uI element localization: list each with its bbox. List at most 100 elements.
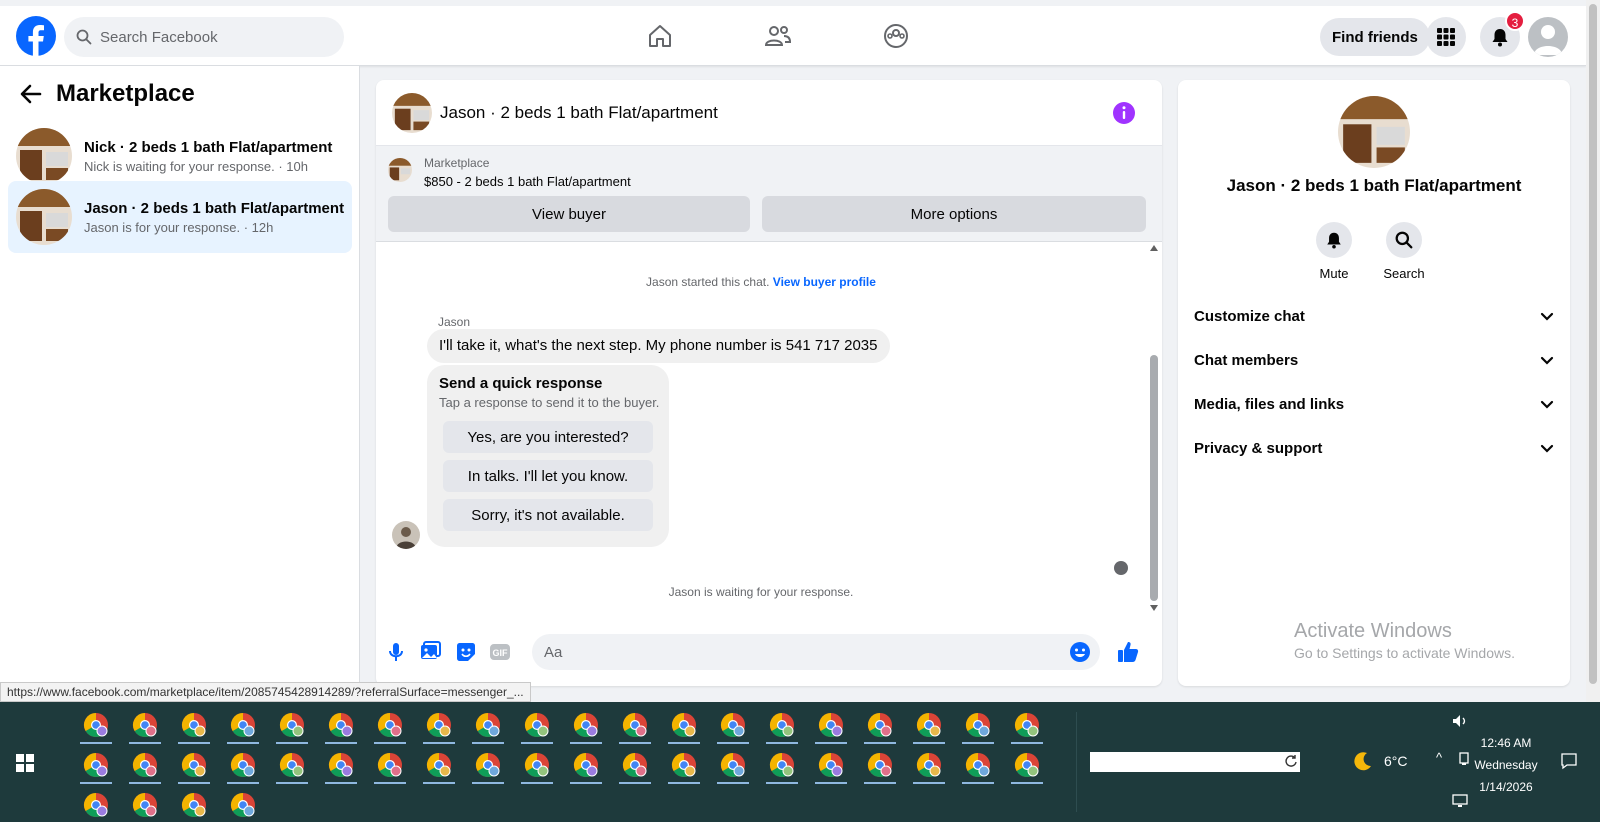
taskbar-app-icon[interactable] [566, 706, 606, 744]
taskbar-app-icon[interactable] [909, 706, 949, 744]
search-action[interactable]: Search [1374, 222, 1434, 281]
quick-response-button[interactable]: Yes, are you interested? [443, 421, 653, 453]
volume-icon[interactable] [1452, 714, 1468, 728]
message-bubble[interactable]: I'll take it, what's the next step. My p… [427, 329, 890, 363]
chat-thumbnail[interactable] [392, 92, 432, 133]
find-friends-button[interactable]: Find friends [1320, 18, 1430, 56]
network-icon[interactable] [1458, 752, 1472, 766]
search-input[interactable] [100, 28, 320, 46]
taskbar-app-icon[interactable] [713, 746, 753, 784]
quick-response-button[interactable]: In talks. I'll let you know. [443, 460, 653, 492]
mute-action[interactable]: Mute [1304, 222, 1364, 281]
taskbar-app-icon[interactable] [321, 746, 361, 784]
groups-icon[interactable] [882, 22, 910, 50]
taskbar-app-icon[interactable] [615, 706, 655, 744]
chrome-icon [230, 793, 255, 818]
taskbar-app-icon[interactable] [860, 746, 900, 784]
taskbar-app-icon[interactable] [125, 746, 165, 784]
taskbar-app-icon[interactable] [76, 786, 116, 822]
taskbar-app-icon[interactable] [174, 746, 214, 784]
microphone-icon[interactable] [384, 640, 408, 664]
display-icon[interactable] [1452, 794, 1468, 808]
search-conversation-button[interactable] [1386, 222, 1422, 258]
notification-center-icon[interactable] [1560, 752, 1578, 770]
media-files-links-section[interactable]: Media, files and links [1194, 386, 1554, 422]
taskbar-app-icon[interactable] [958, 706, 998, 744]
scroll-thumb[interactable] [1150, 355, 1158, 601]
back-arrow-icon[interactable] [20, 83, 42, 105]
taskbar-app-icon[interactable] [615, 746, 655, 784]
message-input[interactable] [532, 634, 1100, 670]
taskbar-app-icon[interactable] [566, 746, 606, 784]
taskbar-app-icon[interactable] [272, 706, 312, 744]
page-scroll-thumb[interactable] [1589, 4, 1597, 684]
taskbar-app-icon[interactable] [468, 706, 508, 744]
sticker-icon[interactable] [454, 640, 478, 664]
emoji-icon[interactable] [1068, 640, 1092, 664]
mute-button[interactable] [1316, 222, 1352, 258]
view-buyer-profile-link[interactable]: View buyer profile [773, 275, 876, 289]
more-options-button[interactable]: More options [762, 196, 1146, 232]
page-scrollbar[interactable] [1586, 0, 1600, 702]
taskbar-app-icon[interactable] [174, 706, 214, 744]
taskbar-app-icon[interactable] [223, 746, 263, 784]
taskbar-app-icon[interactable] [909, 746, 949, 784]
conversation-item-active[interactable]: Jason · 2 beds 1 bath Flat/apartment Jas… [8, 181, 352, 253]
scroll-down-arrow-icon[interactable] [1150, 605, 1158, 611]
facebook-logo-icon[interactable] [16, 16, 56, 56]
sender-avatar[interactable] [392, 521, 420, 549]
taskbar-app-icon[interactable] [419, 706, 459, 744]
taskbar-app-icon[interactable] [223, 706, 263, 744]
taskbar-app-icon[interactable] [174, 786, 214, 822]
taskbar-app-icon[interactable] [1007, 746, 1047, 784]
gif-icon[interactable]: GIF [488, 640, 512, 664]
profile-avatar[interactable] [1528, 17, 1568, 57]
privacy-support-section[interactable]: Privacy & support [1194, 430, 1554, 466]
app-running-indicator [815, 742, 847, 744]
taskbar-app-icon[interactable] [517, 706, 557, 744]
taskbar-app-icon[interactable] [1007, 706, 1047, 744]
scroll-up-arrow-icon[interactable] [1150, 245, 1158, 251]
chat-title[interactable]: Jason · 2 beds 1 bath Flat/apartment [440, 103, 718, 123]
chat-members-section[interactable]: Chat members [1194, 342, 1554, 378]
taskbar-app-icon[interactable] [76, 746, 116, 784]
listing-thumbnail-large[interactable] [1338, 96, 1410, 168]
customize-chat-section[interactable]: Customize chat [1194, 298, 1554, 334]
taskbar-address-box[interactable] [1090, 752, 1300, 772]
menu-button[interactable] [1426, 17, 1466, 57]
taskbar-app-icon[interactable] [272, 746, 312, 784]
search-bar[interactable] [64, 17, 344, 57]
refresh-icon[interactable] [1284, 754, 1298, 768]
system-clock[interactable]: 12:46 AM Wednesday 1/14/2026 [1474, 732, 1538, 798]
weather-widget[interactable]: 6°C [1352, 750, 1408, 772]
taskbar-app-icon[interactable] [811, 746, 851, 784]
chevron-up-icon[interactable]: ^ [1436, 750, 1442, 765]
thumbs-up-icon[interactable] [1116, 640, 1140, 664]
taskbar-app-icon[interactable] [321, 706, 361, 744]
taskbar-app-icon[interactable] [125, 706, 165, 744]
taskbar-app-icon[interactable] [664, 706, 704, 744]
taskbar-app-icon[interactable] [958, 746, 998, 784]
taskbar-app-icon[interactable] [419, 746, 459, 784]
taskbar-app-icon[interactable] [762, 706, 802, 744]
taskbar-app-icon[interactable] [762, 746, 802, 784]
photo-icon[interactable] [418, 640, 442, 664]
taskbar-app-icon[interactable] [664, 746, 704, 784]
taskbar-app-icon[interactable] [76, 706, 116, 744]
taskbar-app-icon[interactable] [370, 706, 410, 744]
windows-start-icon[interactable] [16, 754, 34, 772]
taskbar-app-icon[interactable] [860, 706, 900, 744]
taskbar-app-icon[interactable] [468, 746, 508, 784]
info-icon[interactable] [1112, 101, 1136, 125]
quick-response-button[interactable]: Sorry, it's not available. [443, 499, 653, 531]
friends-icon[interactable] [764, 22, 792, 50]
taskbar-app-icon[interactable] [370, 746, 410, 784]
taskbar-app-icon[interactable] [811, 706, 851, 744]
taskbar-app-icon[interactable] [713, 706, 753, 744]
home-icon[interactable] [646, 22, 674, 50]
view-buyer-button[interactable]: View buyer [388, 196, 750, 232]
taskbar-app-icon[interactable] [223, 786, 263, 822]
taskbar-app-icon[interactable] [517, 746, 557, 784]
taskbar-app-icon[interactable] [125, 786, 165, 822]
chat-scrollbar[interactable] [1146, 243, 1162, 619]
